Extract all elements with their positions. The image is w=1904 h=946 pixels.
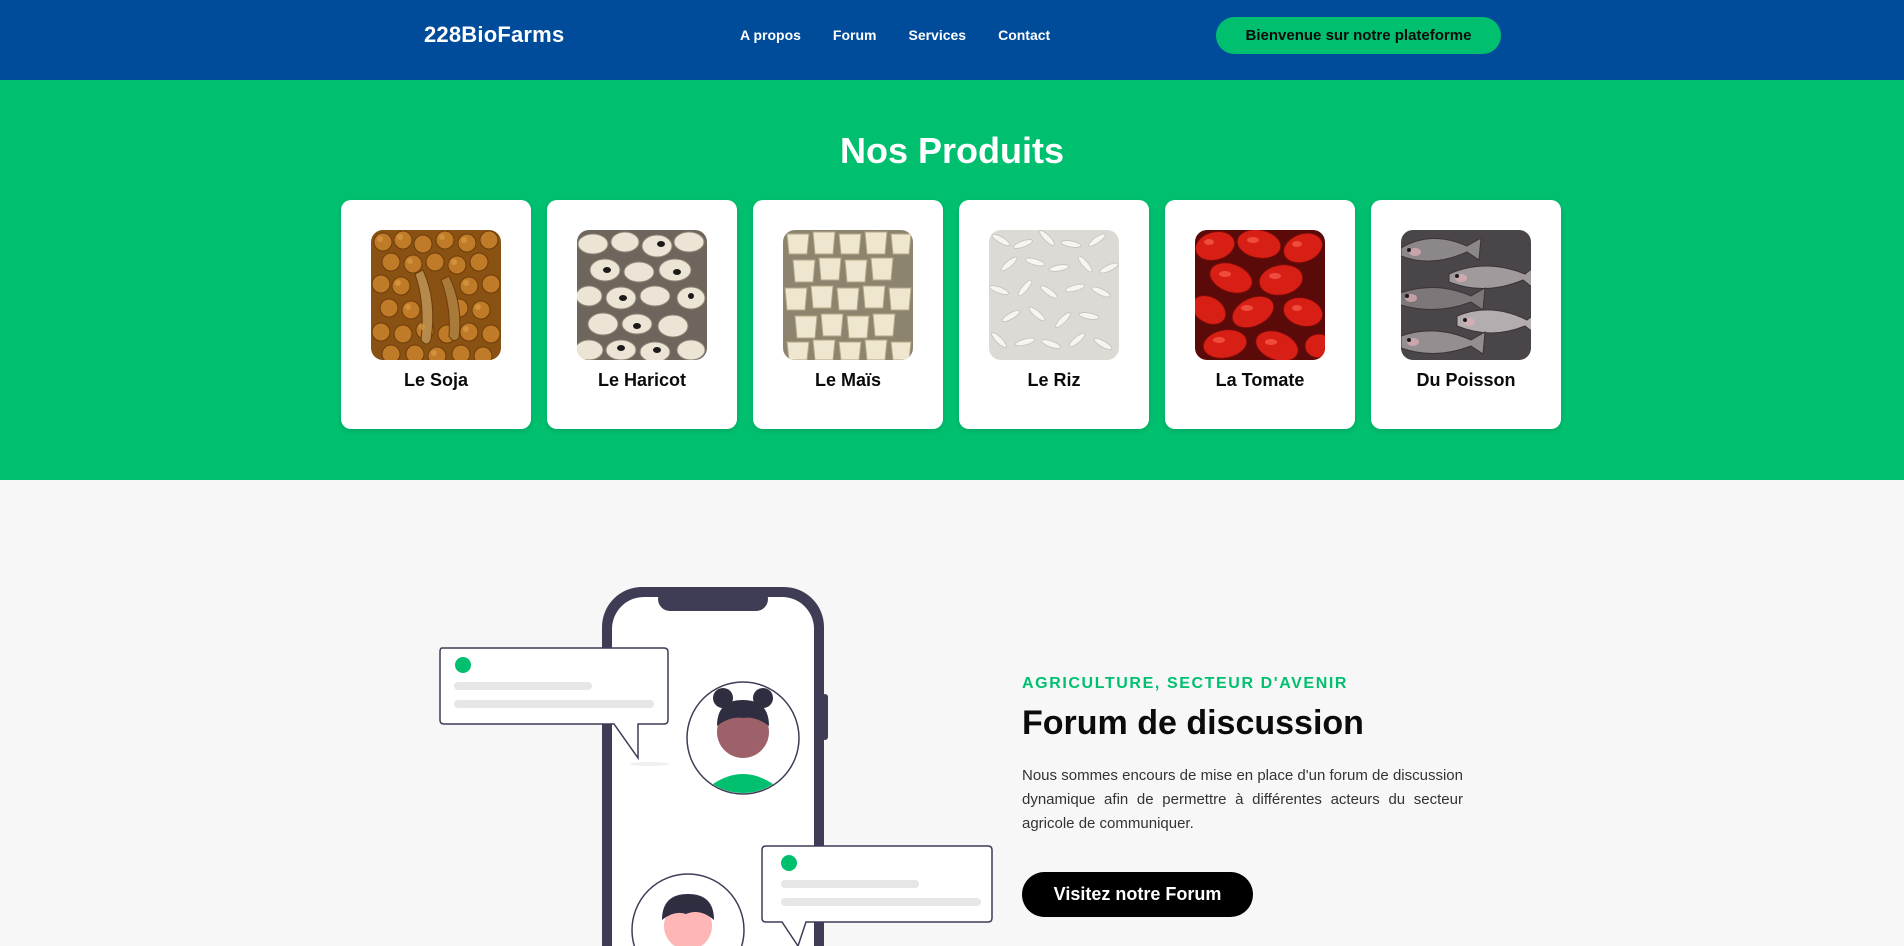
nav-link-a-propos[interactable]: A propos [740,27,801,43]
nav-link-services[interactable]: Services [908,27,966,43]
forum-title: Forum de discussion [1022,704,1364,742]
beans-photo [577,230,707,360]
navbar: 228BioFarms A propos Forum Services Cont… [0,0,1904,80]
nav-link-forum[interactable]: Forum [833,27,877,43]
visit-forum-button[interactable]: Visitez notre Forum [1022,872,1253,917]
product-card-tomate[interactable]: La Tomate [1165,200,1355,429]
product-label: Le Riz [1027,370,1081,390]
soybeans-photo [371,230,501,360]
brand-logo[interactable]: 228BioFarms [424,22,564,48]
product-card-mais[interactable]: Le Maïs [753,200,943,429]
product-card-poisson[interactable]: Du Poisson [1371,200,1561,429]
products-title: Nos Produits [839,130,1064,171]
nav-link-contact[interactable]: Contact [998,27,1050,43]
product-label: Du Poisson [1416,370,1516,390]
product-card-soja[interactable]: Le Soja [341,200,531,429]
maize-photo [783,230,913,360]
forum-kicker: AGRICULTURE, SECTEUR D'AVENIR [1022,675,1349,692]
phone-chat-illustration [436,584,996,946]
nav-links: A propos Forum Services Contact [740,27,1050,43]
product-label: Le Maïs [814,370,882,390]
products-section: Nos Produits Le Soja Le Haricot Le Maïs … [0,80,1904,480]
product-label: Le Haricot [597,370,687,390]
fish-photo [1401,230,1531,360]
tomatoes-photo [1195,230,1325,360]
product-cards: Le Soja Le Haricot Le Maïs Le Riz La Tom… [341,200,1561,429]
product-label: Le Soja [403,370,469,390]
welcome-button[interactable]: Bienvenue sur notre plateforme [1216,17,1501,54]
product-card-riz[interactable]: Le Riz [959,200,1149,429]
forum-description: Nous sommes encours de mise en place d'u… [1022,767,1463,832]
product-label: La Tomate [1215,370,1305,390]
product-card-haricot[interactable]: Le Haricot [547,200,737,429]
rice-photo [989,230,1119,360]
